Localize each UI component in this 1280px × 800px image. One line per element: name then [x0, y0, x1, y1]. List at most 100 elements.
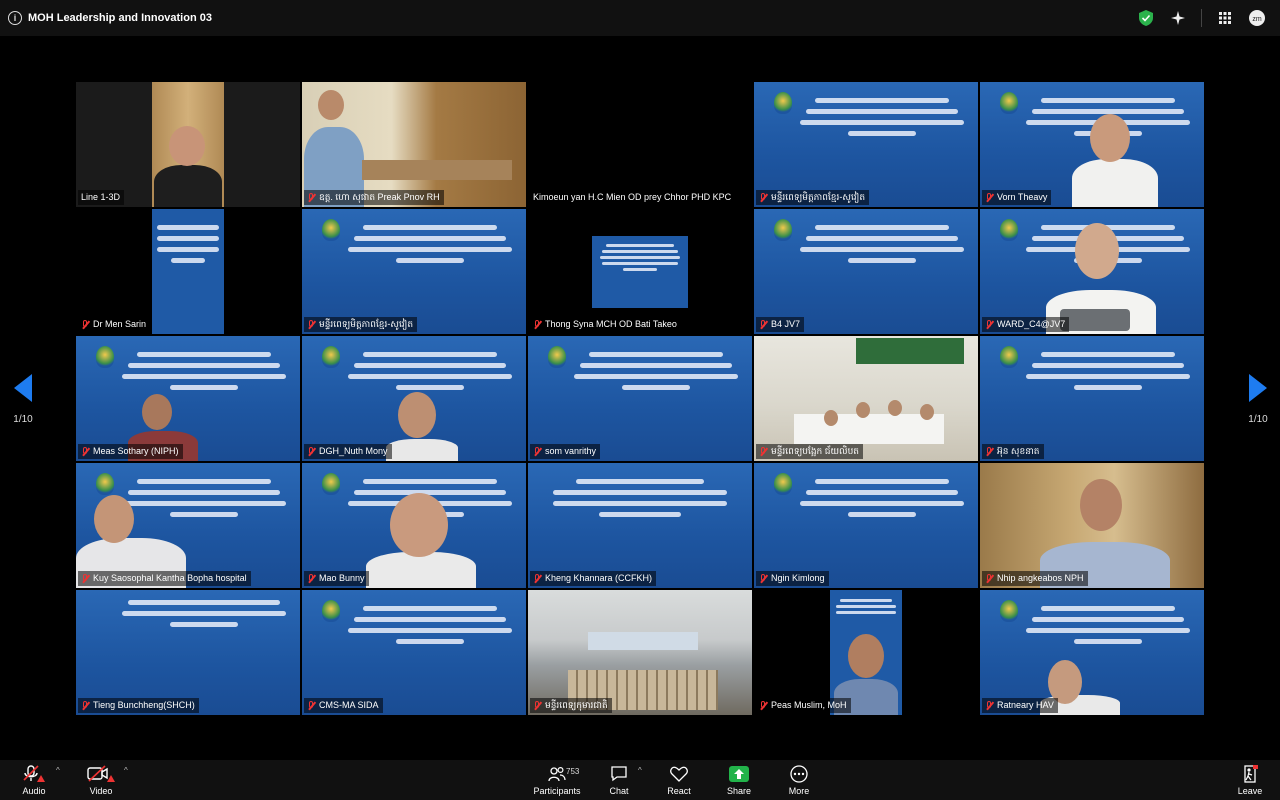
page-indicator: 1/10 — [13, 414, 33, 425]
muted-mic-icon — [307, 446, 316, 457]
share-screen-icon — [715, 764, 763, 784]
more-button[interactable]: More — [775, 764, 823, 796]
participant-name-label: Mao Bunny — [304, 571, 369, 586]
chat-bubble-icon — [595, 764, 643, 784]
share-button[interactable]: Share — [715, 764, 763, 796]
video-tile-ngin-kimlong[interactable]: Ngin Kimlong — [754, 463, 978, 588]
video-tile-jayavarman-hospital[interactable]: មន្ទីរពេទ្យបង្អែក ជ័យលិបត — [754, 336, 978, 461]
divider — [1201, 9, 1202, 27]
participant-name-label: មន្ទីរពេទ្យមិត្តភាពខ្មែរ-សូវៀត — [304, 317, 418, 332]
muted-mic-icon — [533, 446, 542, 457]
video-tile-vorn-theavy[interactable]: Vorn Theavy — [980, 82, 1204, 207]
video-tile-tieng-bunchheng[interactable]: Tieng Bunchheng(SHCH) — [76, 590, 300, 715]
logo-icon — [96, 473, 114, 495]
chat-button[interactable]: Chat — [595, 764, 643, 796]
participant-name-label: B4 JV7 — [756, 317, 805, 332]
video-tile-meas-sothary[interactable]: Meas Sothary (NIPH) — [76, 336, 300, 461]
participant-name-label: មន្ទីរពេទ្យមិត្តភាពខ្មែរ-សូវៀត — [756, 190, 870, 205]
chat-label: Chat — [609, 786, 629, 796]
video-tile-cms-ma-sida[interactable]: CMS-MA SIDA — [302, 590, 526, 715]
video-tile-preak-pnov[interactable]: ឧត្ត. ហោ សុផាត Preak Pnov RH — [302, 82, 526, 207]
video-tile-ward-c4[interactable]: WARD_C4@JV7 — [980, 209, 1204, 334]
muted-mic-icon — [307, 700, 316, 711]
logo-icon — [322, 346, 340, 368]
slide-title — [346, 346, 514, 396]
slide-title — [548, 473, 732, 523]
slide-title — [346, 600, 514, 650]
video-tile-ratneary-hav[interactable]: Ratneary HAV — [980, 590, 1204, 715]
next-page-control[interactable]: 1/10 — [1238, 374, 1278, 425]
muted-mic-icon — [81, 446, 90, 457]
participant-name-label: Nhip angkeabos NPH — [982, 571, 1088, 586]
muted-mic-icon — [985, 573, 994, 584]
muted-mic-icon — [985, 319, 994, 330]
video-label: Video — [89, 786, 113, 796]
participant-name-label: Tieng Bunchheng(SHCH) — [78, 698, 199, 713]
video-tile-mao-bunny[interactable]: Mao Bunny — [302, 463, 526, 588]
arrow-right-icon[interactable] — [1249, 374, 1267, 402]
video-tile-khmer-soviet-2[interactable]: មន្ទីរពេទ្យមិត្តភាពខ្មែរ-សូវៀត — [302, 209, 526, 334]
slide-title — [346, 219, 514, 269]
participant-name-label: Peas Muslim, MoH — [756, 698, 851, 713]
slide-title — [1024, 600, 1192, 650]
participant-name-label: Ngin Kimlong — [756, 571, 829, 586]
logo-icon — [774, 473, 792, 495]
participants-count: 753 — [566, 767, 580, 776]
zoom-app-icon[interactable]: zm — [1248, 9, 1266, 27]
video-tile-dr-men-sarin[interactable]: Dr Men Sarin — [76, 209, 300, 334]
video-tile-peas-muslim[interactable]: Peas Muslim, MoH — [754, 590, 978, 715]
share-label: Share — [726, 786, 752, 796]
muted-mic-icon — [759, 192, 768, 203]
video-tile-kimoeun-yan[interactable]: Kimoeun yan H.C Mien OD prey Chhor PHD K… — [528, 82, 752, 207]
arrow-left-icon[interactable] — [14, 374, 32, 402]
meeting-info-icon[interactable]: i — [8, 11, 22, 25]
muted-mic-icon — [81, 319, 90, 330]
video-options-caret-icon[interactable]: ^ — [124, 766, 128, 775]
audio-button[interactable]: Audio — [10, 764, 58, 796]
participant-video — [154, 165, 222, 207]
participant-name-label: Line 1-3D — [78, 190, 125, 205]
svg-text:zm: zm — [1252, 16, 1262, 23]
muted-mic-icon — [307, 573, 316, 584]
leave-button[interactable]: Leave — [1226, 764, 1274, 796]
ai-companion-icon[interactable] — [1169, 9, 1187, 27]
participant-name-label: មន្ទីរពេទ្យបង្អែក ជ័យលិបត — [756, 444, 864, 459]
audio-options-caret-icon[interactable]: ^ — [56, 766, 60, 775]
participant-name-label: មន្ទីរពេទ្យកុមារជាតិ — [530, 698, 612, 713]
video-tile-kheng-khannara[interactable]: Kheng Khannara (CCFKH) — [528, 463, 752, 588]
title-bar: i MOH Leadership and Innovation 03 zm — [0, 0, 1280, 36]
chat-options-caret-icon[interactable]: ^ — [638, 766, 642, 775]
participant-name-label: ឧត្ត. ហោ សុផាត Preak Pnov RH — [304, 190, 444, 205]
video-tile-som-vanrithy[interactable]: som vanrithy — [528, 336, 752, 461]
meeting-toolbar: Audio ^ Video ^ Participants 753 Chat ^ … — [0, 760, 1280, 800]
audio-label: Audio — [22, 786, 46, 796]
video-tile-nhip-angkeabos[interactable]: Nhip angkeabos NPH — [980, 463, 1204, 588]
video-tile-dgh-nuth-mony[interactable]: DGH_Nuth Mony — [302, 336, 526, 461]
video-tile-kuy-saosophal[interactable]: Kuy Saosophal Kantha Bopha hospital — [76, 463, 300, 588]
video-tile-b4-jv7[interactable]: B4 JV7 — [754, 209, 978, 334]
view-grid-icon[interactable] — [1216, 9, 1234, 27]
muted-mic-icon — [759, 446, 768, 457]
video-tile-national-pediatric-hospital[interactable]: មន្ទីរពេទ្យកុមារជាតិ — [528, 590, 752, 715]
leave-door-icon — [1226, 764, 1274, 784]
video-tile-thong-syna[interactable]: Thong Syna MCH OD Bati Takeo — [528, 209, 752, 334]
logo-icon — [1000, 600, 1018, 622]
video-button[interactable]: Video — [77, 764, 125, 796]
slide-title — [154, 219, 222, 269]
participant-name-label: Vorn Theavy — [982, 190, 1052, 205]
participant-name-label: Kheng Khannara (CCFKH) — [530, 571, 657, 586]
shield-check-icon[interactable] — [1137, 9, 1155, 27]
video-tile-line-1-3d[interactable]: Line 1-3D — [76, 82, 300, 207]
previous-page-control[interactable]: 1/10 — [3, 374, 43, 425]
participant-name-label: DGH_Nuth Mony — [304, 444, 392, 459]
slide-title — [798, 473, 966, 523]
muted-mic-icon — [533, 319, 542, 330]
muted-mic-icon — [533, 700, 542, 711]
slide-title — [120, 473, 288, 523]
video-grid: Line 1-3D ឧត្ត. ហោ សុផាត Preak Pnov RH K… — [76, 82, 1204, 716]
video-tile-khmer-soviet-1[interactable]: មន្ទីរពេទ្យមិត្តភាពខ្មែរ-សូវៀត — [754, 82, 978, 207]
react-button[interactable]: React — [655, 764, 703, 796]
video-tile-un-sokhneat[interactable]: អ៊ុន សុខនាត — [980, 336, 1204, 461]
muted-mic-icon — [533, 573, 542, 584]
participant-name-label: Dr Men Sarin — [78, 317, 151, 332]
